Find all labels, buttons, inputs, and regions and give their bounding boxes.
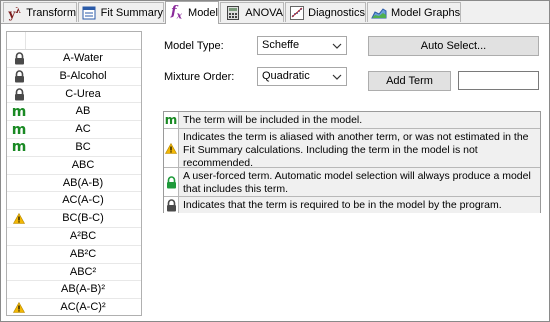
model-type-dropdown[interactable]: Scheffe [257,36,347,55]
term-label: AC(A-C)² [60,301,106,314]
mixture-order-value: Quadratic [262,70,310,82]
term-label: AB(A-B) [62,176,104,189]
calculator-icon [224,5,241,21]
term-rows: A-Water B-Alcohol C-Urea m AB m AC m BC ABC AB(A-B… [7,50,141,315]
tab-label: Transform [26,6,76,19]
fit-summary-icon [82,5,97,21]
term-label: AB²C [69,247,97,260]
term-row[interactable]: A²BC [7,228,141,246]
chevron-down-icon [332,38,342,53]
term-label: A²BC [69,229,97,242]
term-label: B-Alcohol [59,69,107,82]
term-label: ABC² [69,265,97,278]
term-label: BC(B-C) [62,212,104,225]
lock-green-icon [164,168,179,196]
legend-text: Indicates that the term is required to b… [183,199,502,211]
term-row[interactable]: ABC² [7,264,141,282]
tab-anova[interactable]: ANOVA [220,2,284,22]
term-row[interactable]: m AB [7,103,141,122]
term-label: A-Water [63,52,103,64]
diagnostics-chart-icon [289,5,304,21]
model-term-icon: m [164,112,179,128]
model-type-label: Model Type: [164,40,224,52]
chevron-down-icon [332,69,342,84]
tab-label: Model [188,7,218,19]
add-term-button[interactable]: Add Term [368,71,451,91]
model-type-value: Scheffe [262,39,300,51]
legend-row-model: m The term will be included in the model… [164,112,540,128]
term-list-header [7,32,141,50]
term-row[interactable]: AB(A-B)² [7,281,141,300]
term-row[interactable]: AC(A-C)² [7,299,141,315]
term-row[interactable]: C-Urea [7,86,141,104]
legend-row-lock-green: A user-forced term. Automatic model sele… [164,167,540,196]
term-label: AC [75,123,91,136]
term-label: BC [75,140,91,153]
lambda-transform-icon: yλ [8,4,21,21]
model-graphs-icon [371,5,387,21]
mixture-order-label: Mixture Order: [164,71,235,83]
legend-box: m The term will be included in the model… [163,111,541,213]
legend-text: Indicates the term is aliased with anoth… [183,131,529,169]
term-row[interactable]: AB(A-B) [7,175,141,193]
tab-label: Diagnostics [308,6,365,19]
term-label: C-Urea [65,87,101,100]
mixture-order-dropdown[interactable]: Quadratic [257,67,347,86]
legend-row-lock-gray: Indicates that the term is required to b… [164,196,540,213]
tab-model-graphs[interactable]: Model Graphs [367,2,461,22]
tab-fit-summary[interactable]: Fit Summary [78,2,164,22]
term-row[interactable]: ABC [7,157,141,175]
legend-text: A user-forced term. Automatic model sele… [183,170,531,195]
legend-text: The term will be included in the model. [183,114,363,126]
term-row[interactable]: AC(A-C) [7,192,141,211]
tab-transform[interactable]: yλ Transform [3,2,77,22]
tab-label: ANOVA [245,6,283,19]
term-label: AC(A-C) [62,194,104,207]
fx-model-icon: fx [171,4,182,22]
tab-label: Model Graphs [391,6,461,19]
add-term-input[interactable] [458,71,539,90]
tab-label: Fit Summary [100,6,163,19]
tab-bar: yλ Transform Fit Summary fx Model ANOVA [1,1,549,24]
term-row[interactable]: A-Water [7,50,141,68]
warning-icon [164,129,179,167]
term-row[interactable]: AB²C [7,246,141,264]
legend-row-warning: Indicates the term is aliased with anoth… [164,128,540,169]
tab-diagnostics[interactable]: Diagnostics [285,2,366,22]
term-row[interactable]: m AC [7,121,141,139]
term-list[interactable]: A-Water B-Alcohol C-Urea m AB m AC m BC ABC AB(A-B… [6,31,142,316]
marker-column-header [7,32,26,49]
term-label: ABC [71,158,95,171]
auto-select-button[interactable]: Auto Select... [368,36,539,56]
term-row[interactable]: BC(B-C) [7,210,141,228]
term-label: AB [75,105,91,118]
term-row[interactable]: B-Alcohol [7,68,141,86]
lock-gray-icon [164,197,179,213]
model-editor-window: yλ Transform Fit Summary fx Model ANOVA [0,0,550,322]
term-row[interactable]: m BC [7,139,141,157]
term-label: AB(A-B)² [61,283,105,296]
tab-model[interactable]: fx Model [165,1,219,24]
